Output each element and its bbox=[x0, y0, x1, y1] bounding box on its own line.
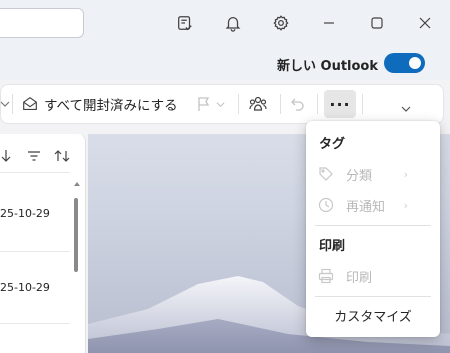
menu-item-customize[interactable]: カスタマイズ bbox=[314, 302, 432, 328]
filter-icon[interactable] bbox=[27, 150, 41, 162]
chevron-down-icon bbox=[216, 100, 225, 109]
ribbon-divider bbox=[317, 94, 318, 114]
menu-item-label: 印刷 bbox=[346, 270, 373, 286]
list-divider bbox=[0, 251, 70, 252]
mark-all-read-label: すべて開封済みにする bbox=[44, 98, 178, 114]
chevron-right-icon: › bbox=[403, 198, 408, 212]
ribbon-divider bbox=[12, 94, 13, 114]
menu-divider bbox=[315, 296, 431, 297]
flag-button[interactable] bbox=[196, 84, 225, 124]
menu-item-label: 分類 bbox=[346, 168, 373, 184]
sort-order-icon[interactable] bbox=[54, 149, 70, 163]
list-divider bbox=[0, 323, 70, 324]
menu-item-label: 再通知 bbox=[346, 199, 386, 215]
maximize-icon[interactable] bbox=[366, 12, 388, 34]
tag-icon bbox=[318, 166, 340, 182]
flag-icon bbox=[196, 96, 212, 112]
menu-section-print: 印刷 bbox=[319, 239, 346, 254]
menu-section-tags: タグ bbox=[319, 137, 346, 152]
gear-icon[interactable] bbox=[270, 12, 292, 34]
sort-down-icon[interactable] bbox=[0, 149, 12, 163]
menu-item-snooze[interactable]: 再通知 › bbox=[314, 192, 432, 218]
clock-icon bbox=[318, 197, 340, 213]
ribbon-divider bbox=[362, 94, 363, 114]
people-button[interactable] bbox=[248, 84, 268, 124]
undo-icon bbox=[290, 96, 306, 112]
scrollbar-thumb[interactable] bbox=[74, 198, 78, 272]
new-outlook-toggle[interactable] bbox=[384, 53, 425, 73]
menu-item-categorize[interactable]: 分類 › bbox=[314, 161, 432, 187]
message-date: 25-10-29 bbox=[0, 207, 50, 220]
printer-icon bbox=[318, 268, 340, 284]
mark-all-read-button[interactable]: すべて開封済みにする bbox=[21, 84, 178, 124]
search-input[interactable] bbox=[0, 8, 84, 38]
message-date: 25-10-29 bbox=[0, 281, 50, 294]
new-outlook-bar bbox=[0, 48, 450, 80]
minimize-icon[interactable] bbox=[318, 12, 340, 34]
sort-toolbar bbox=[0, 145, 80, 167]
more-options-menu: タグ 分類 › 再通知 › 印刷 印刷 カスタマイズ bbox=[306, 121, 440, 337]
chevron-right-icon: › bbox=[403, 167, 408, 181]
toggle-knob bbox=[409, 57, 421, 69]
people-icon bbox=[248, 95, 268, 113]
envelope-open-icon bbox=[21, 95, 39, 113]
note-check-icon[interactable] bbox=[174, 12, 196, 34]
chevron-down-icon[interactable] bbox=[0, 84, 10, 124]
close-icon[interactable] bbox=[414, 12, 436, 34]
ribbon-divider bbox=[280, 94, 281, 114]
undo-button[interactable] bbox=[290, 84, 306, 124]
customize-label: カスタマイズ bbox=[334, 309, 412, 325]
new-outlook-label: 新しい Outlook bbox=[277, 59, 379, 74]
menu-divider bbox=[315, 225, 431, 226]
scroll-up-arrow[interactable] bbox=[74, 182, 80, 186]
list-divider bbox=[0, 172, 70, 173]
more-options-button[interactable]: ··· bbox=[324, 90, 356, 118]
menu-item-print[interactable]: 印刷 bbox=[314, 263, 432, 289]
ribbon-divider bbox=[238, 94, 239, 114]
bell-icon[interactable] bbox=[222, 12, 244, 34]
